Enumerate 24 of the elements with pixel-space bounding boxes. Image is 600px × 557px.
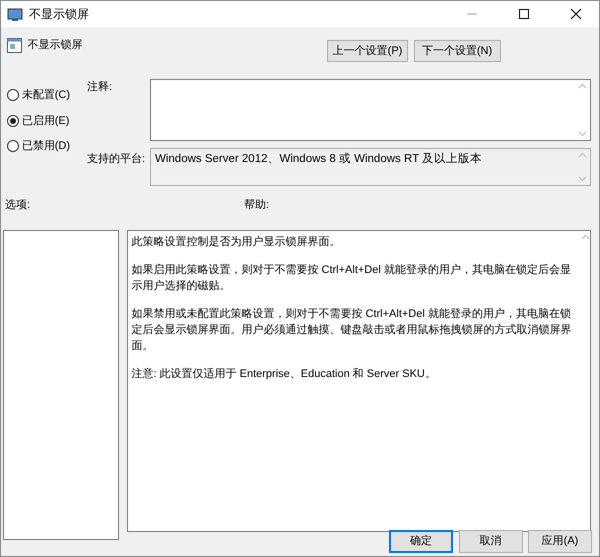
radio-button[interactable] — [7, 89, 19, 102]
radio-button[interactable] — [7, 140, 19, 152]
window-title: 不显示锁屏 — [29, 6, 90, 23]
comment-label: 注释: — [87, 80, 114, 95]
platform-label: 支持的平台: — [87, 152, 146, 167]
options-label: 选项: — [5, 198, 32, 213]
radio-label: 未配置(C) — [22, 88, 70, 103]
help-paragraph: 注意: 此设置仅适用于 Enterprise、Education 和 Server SKU。 — [131, 366, 437, 382]
help-label: 帮助: — [244, 198, 270, 213]
radio-button[interactable] — [7, 114, 19, 127]
help-paragraph: 如果启用此策略设置，则对于不需要按 Ctrl+Alt+Del 就能登录的用户，其电脑在锁定后会显示用户选择的磁贴。 — [131, 262, 572, 294]
radio-label: 已禁用(D) — [22, 139, 70, 154]
policy-title: 不显示锁屏 — [28, 38, 82, 53]
radio-label: 已启用(E) — [22, 114, 70, 128]
policy-icon — [7, 38, 22, 53]
apply-button[interactable]: 应用(A) — [528, 530, 592, 553]
ok-button[interactable]: 确定 — [389, 530, 453, 553]
help-paragraph: 此策略设置控制是否为用户显示锁屏界面。 — [131, 234, 342, 250]
previous-setting-button[interactable]: 上一个设置(P) — [327, 40, 408, 62]
help-paragraph: 如果禁用或未配置此策略设置，则对于不需要按 Ctrl+Alt+Del 就能登录的用户，其电脑在锁定后会显示锁屏界面。用户必须通过触摸、键盘敲击或者用鼠标拖拽锁屏的方式取消锁屏界面。 — [131, 306, 572, 354]
next-setting-button[interactable]: 下一个设置(N) — [414, 40, 500, 62]
cancel-button[interactable]: 取消 — [458, 530, 522, 553]
platform-value: Windows Server 2012、Windows 8 或 Windows RT 及以上版本 — [154, 152, 484, 167]
app-icon — [7, 8, 23, 22]
